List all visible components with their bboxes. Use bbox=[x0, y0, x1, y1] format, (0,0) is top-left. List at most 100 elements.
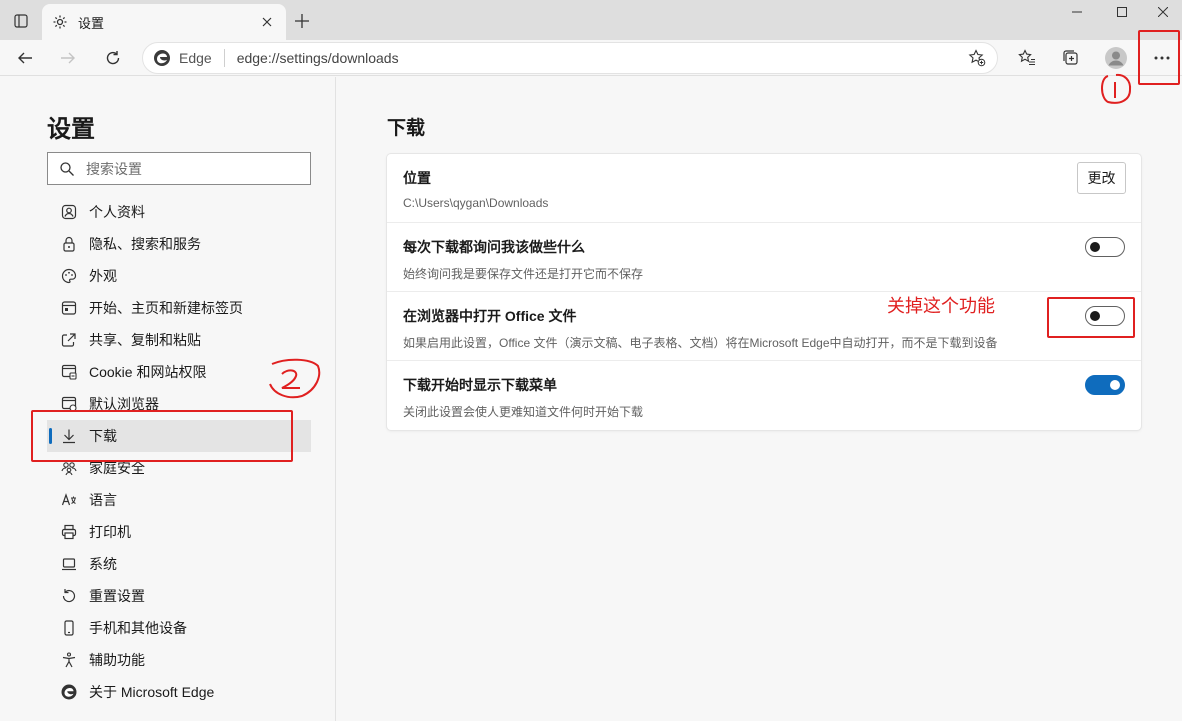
sidebar-item-system[interactable]: 系统 bbox=[47, 548, 311, 580]
close-icon bbox=[1158, 7, 1168, 17]
sidebar-item-label: 个人资料 bbox=[89, 204, 145, 220]
sidebar-item-accessibility[interactable]: 辅助功能 bbox=[47, 644, 311, 676]
title-bar: 设置 bbox=[0, 0, 1182, 40]
forward-arrow-icon bbox=[61, 52, 75, 64]
office-row: 在浏览器中打开 Office 文件 如果启用此设置，Office 文件（演示文稿… bbox=[387, 292, 1141, 361]
page-title: 下载 bbox=[387, 118, 426, 139]
sidebar-item-share[interactable]: 共享、复制和粘贴 bbox=[47, 324, 311, 356]
tab-actions-button[interactable] bbox=[8, 8, 34, 34]
annotation-box-office-toggle bbox=[1047, 297, 1135, 338]
sidebar-item-label: 关于 Microsoft Edge bbox=[89, 684, 215, 700]
minimize-icon bbox=[1072, 11, 1082, 13]
annotation-circle-2 bbox=[269, 358, 321, 399]
back-arrow-icon bbox=[18, 52, 32, 64]
home-icon bbox=[61, 300, 77, 316]
show-menu-label: 下载开始时显示下载菜单 bbox=[403, 377, 557, 393]
office-desc: 如果启用此设置，Office 文件（演示文稿、电子表格、文档）将在Microso… bbox=[403, 336, 998, 350]
close-tab-button[interactable] bbox=[258, 13, 276, 31]
laptop-icon bbox=[61, 556, 77, 572]
accessibility-icon bbox=[61, 652, 77, 668]
sidebar-title: 设置 bbox=[47, 116, 95, 143]
sidebar-item-label: 共享、复制和粘贴 bbox=[89, 332, 201, 348]
address-separator bbox=[223, 49, 225, 67]
toggle-knob bbox=[1110, 380, 1120, 390]
tab-settings[interactable]: 设置 bbox=[42, 4, 286, 40]
sidebar-item-label: 打印机 bbox=[89, 524, 131, 540]
sidebar-item-label: 系统 bbox=[89, 556, 117, 572]
star-add-icon bbox=[968, 49, 986, 67]
annotation-circle-1 bbox=[1101, 73, 1132, 104]
minimize-button[interactable] bbox=[1054, 0, 1100, 24]
refresh-button[interactable] bbox=[97, 42, 129, 74]
location-path: C:\Users\qygan\Downloads bbox=[403, 196, 549, 210]
language-icon bbox=[61, 492, 77, 508]
sidebar-item-appearance[interactable]: 外观 bbox=[47, 260, 311, 292]
sidebar-item-label: 手机和其他设备 bbox=[89, 620, 187, 636]
family-icon bbox=[61, 460, 77, 476]
sidebar-item-languages[interactable]: 语言 bbox=[47, 484, 311, 516]
close-window-button[interactable] bbox=[1144, 0, 1182, 24]
collections-icon bbox=[1063, 50, 1078, 65]
sidebar-item-phone-devices[interactable]: 手机和其他设备 bbox=[47, 612, 311, 644]
avatar-icon bbox=[1105, 47, 1127, 69]
add-favorite-button[interactable] bbox=[963, 44, 991, 72]
annotation-note: 关掉这个功能 bbox=[887, 296, 995, 316]
toolbar: Edge edge://settings/downloads bbox=[0, 40, 1182, 76]
plus-icon bbox=[295, 14, 309, 28]
close-icon bbox=[262, 17, 272, 27]
search-placeholder: 搜索设置 bbox=[86, 160, 142, 177]
share-icon bbox=[61, 332, 77, 348]
sidebar-item-label: 外观 bbox=[89, 268, 117, 284]
favorites-button[interactable] bbox=[1011, 42, 1043, 74]
annotation-box-downloads bbox=[31, 410, 293, 462]
sidebar-item-printers[interactable]: 打印机 bbox=[47, 516, 311, 548]
downloads-settings-card: 位置 C:\Users\qygan\Downloads 更改 每次下载都询问我该… bbox=[387, 154, 1141, 430]
forward-button[interactable] bbox=[52, 42, 84, 74]
profile-icon bbox=[61, 204, 77, 220]
maximize-button[interactable] bbox=[1099, 0, 1145, 24]
new-tab-button[interactable] bbox=[290, 9, 314, 33]
location-label: 位置 bbox=[403, 170, 431, 186]
tab-title: 设置 bbox=[78, 15, 105, 31]
site-permissions-icon bbox=[61, 364, 77, 380]
edge-logo-icon bbox=[61, 684, 77, 700]
lock-icon bbox=[61, 236, 77, 252]
ask-each-toggle[interactable] bbox=[1085, 237, 1125, 257]
url-text[interactable]: edge://settings/downloads bbox=[237, 50, 963, 66]
sidebar-item-about[interactable]: 关于 Microsoft Edge bbox=[47, 676, 311, 708]
address-bar[interactable]: Edge edge://settings/downloads bbox=[142, 42, 998, 74]
sidebar-item-label: 重置设置 bbox=[89, 588, 145, 604]
annotation-box-more-menu bbox=[1138, 30, 1180, 85]
ask-each-row: 每次下载都询问我该做些什么 始终询问我是要保存文件还是打开它而不保存 bbox=[387, 223, 1141, 292]
ask-each-desc: 始终询问我是要保存文件还是打开它而不保存 bbox=[403, 267, 644, 281]
sidebar-item-label: 辅助功能 bbox=[89, 652, 145, 668]
sidebar-item-start-home[interactable]: 开始、主页和新建标签页 bbox=[47, 292, 311, 324]
search-icon bbox=[60, 161, 74, 176]
sidebar-item-profiles[interactable]: 个人资料 bbox=[47, 196, 311, 228]
office-label: 在浏览器中打开 Office 文件 bbox=[403, 308, 577, 324]
toggle-knob bbox=[1090, 242, 1100, 252]
profile-button[interactable] bbox=[1100, 42, 1132, 74]
settings-content: 下载 位置 C:\Users\qygan\Downloads 更改 每次下载都询… bbox=[337, 77, 1182, 721]
back-button[interactable] bbox=[9, 42, 41, 74]
ask-each-label: 每次下载都询问我该做些什么 bbox=[403, 239, 585, 255]
reset-icon bbox=[61, 588, 77, 604]
sidebar-item-label: 开始、主页和新建标签页 bbox=[89, 300, 243, 316]
site-identity: Edge bbox=[179, 50, 212, 66]
collections-button[interactable] bbox=[1055, 42, 1087, 74]
gear-icon bbox=[53, 15, 67, 29]
sidebar-item-label: 语言 bbox=[89, 492, 117, 508]
maximize-icon bbox=[1117, 7, 1127, 17]
refresh-icon bbox=[106, 51, 120, 65]
palette-icon bbox=[61, 268, 77, 284]
printer-icon bbox=[61, 524, 77, 540]
sidebar-item-reset[interactable]: 重置设置 bbox=[47, 580, 311, 612]
tab-actions-icon bbox=[14, 14, 28, 28]
show-menu-toggle[interactable] bbox=[1085, 375, 1125, 395]
sidebar-item-privacy[interactable]: 隐私、搜索和服务 bbox=[47, 228, 311, 260]
search-settings-input[interactable]: 搜索设置 bbox=[47, 152, 311, 185]
show-menu-desc: 关闭此设置会使人更难知道文件何时开始下载 bbox=[403, 405, 644, 419]
sidebar-item-label: Cookie 和网站权限 bbox=[89, 364, 207, 380]
change-location-button[interactable]: 更改 bbox=[1077, 162, 1126, 194]
phone-icon bbox=[61, 620, 77, 636]
